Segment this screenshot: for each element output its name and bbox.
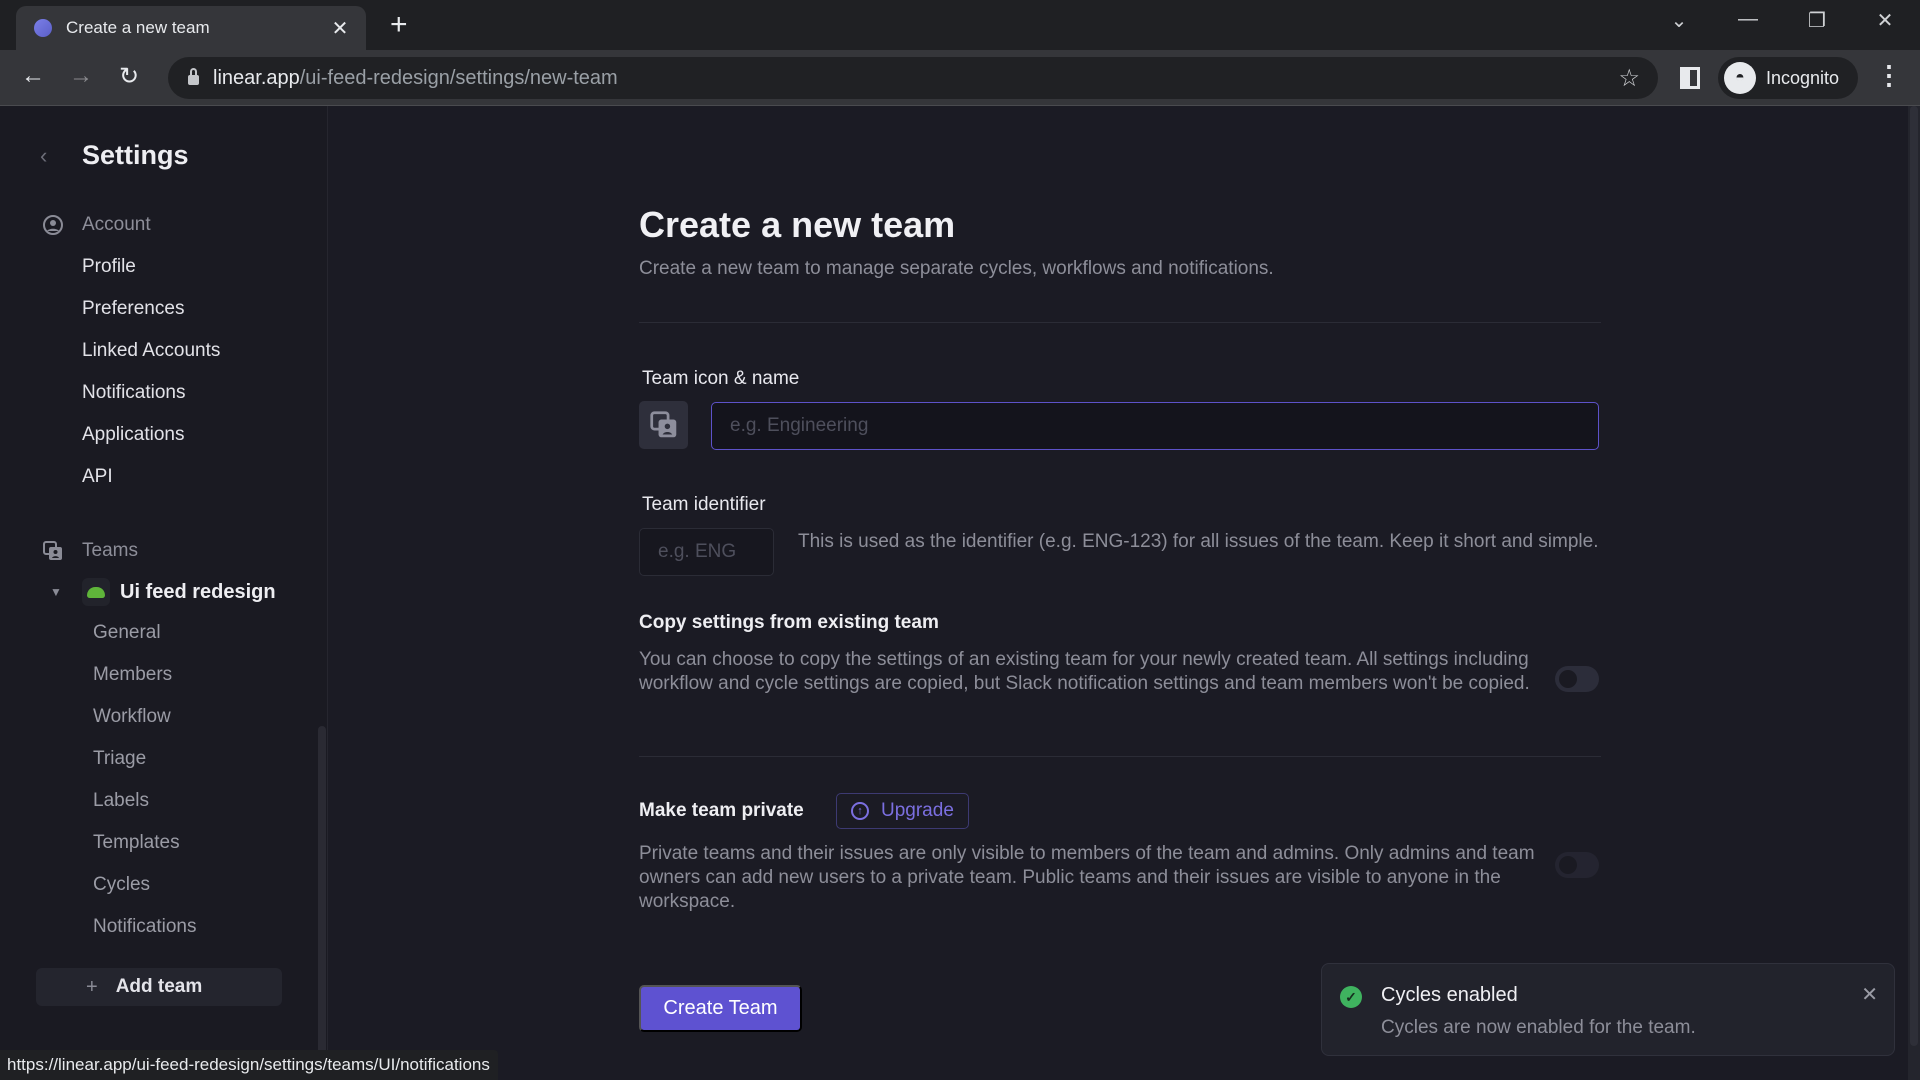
- divider: [639, 756, 1601, 757]
- sidebar-title: Settings: [82, 140, 189, 170]
- incognito-profile-button[interactable]: ◓ Incognito: [1718, 57, 1858, 99]
- team-icon-picker[interactable]: [639, 401, 688, 449]
- linear-favicon-icon: [34, 19, 52, 37]
- sidebar-item-linked-accounts[interactable]: Linked Accounts: [82, 340, 220, 362]
- user-circle-icon: [43, 215, 63, 235]
- close-icon[interactable]: ✕: [328, 16, 352, 41]
- forward-arrow-icon[interactable]: →: [66, 62, 96, 90]
- sidebar-item-templates[interactable]: Templates: [93, 832, 180, 854]
- teams-icon: [649, 411, 676, 438]
- chevron-left-icon[interactable]: ‹: [40, 143, 62, 169]
- sidebar-item-workflow[interactable]: Workflow: [93, 706, 171, 728]
- sidebar-team-ui-feed-redesign[interactable]: ▼ Ui feed redesign: [50, 578, 276, 606]
- private-team-title: Make team private: [639, 800, 804, 821]
- divider: [639, 322, 1601, 323]
- sidebar-group-label: Account: [82, 214, 151, 235]
- copy-settings-description: You can choose to copy the settings of a…: [639, 649, 1530, 694]
- arrow-up-circle-icon: ↑: [851, 802, 869, 820]
- sidebar-item-cycles[interactable]: Cycles: [93, 874, 150, 896]
- sidebar-item-preferences[interactable]: Preferences: [82, 298, 184, 320]
- sidebar-item-notifications[interactable]: Notifications: [82, 382, 186, 404]
- page-subtitle: Create a new team to manage separate cyc…: [639, 258, 1274, 279]
- private-team-description: Private teams and their issues are only …: [639, 843, 1535, 912]
- tab-title: Create a new team: [66, 18, 210, 37]
- close-icon[interactable]: ✕: [1861, 982, 1878, 1007]
- check-circle-icon: ✓: [1340, 986, 1362, 1008]
- toast-message: Cycles are now enabled for the team.: [1381, 1017, 1696, 1038]
- url-path: /ui-feed-redesign/settings/new-team: [299, 66, 618, 89]
- close-window-icon[interactable]: ✕: [1870, 8, 1900, 33]
- toggle-knob: [1559, 670, 1577, 688]
- add-team-label: Add team: [115, 976, 203, 997]
- page-scrollbar[interactable]: [1908, 106, 1920, 1080]
- cloud-icon: [87, 586, 105, 598]
- sidebar-group-teams: Teams: [42, 540, 138, 562]
- upgrade-label: Upgrade: [881, 800, 954, 821]
- create-team-button[interactable]: Create Team: [639, 985, 802, 1032]
- tab-search-chevron-down-icon[interactable]: ⌄: [1664, 8, 1694, 33]
- new-tab-button[interactable]: +: [390, 10, 408, 40]
- team-name-input[interactable]: [711, 402, 1599, 450]
- upgrade-button[interactable]: ↑ Upgrade: [836, 793, 969, 829]
- sidebar-item-api[interactable]: API: [82, 466, 113, 488]
- sidebar-item-general[interactable]: General: [93, 622, 161, 644]
- caret-down-icon[interactable]: ▼: [50, 585, 64, 599]
- reload-icon[interactable]: ↻: [114, 62, 144, 91]
- team-name-label: Team icon & name: [642, 368, 800, 389]
- linear-app: ‹ Settings Account Profile Preferences L…: [0, 106, 1920, 1080]
- teams-icon: [43, 541, 62, 560]
- settings-sidebar: ‹ Settings Account Profile Preferences L…: [0, 106, 328, 1080]
- link-status-bar: https://linear.app/ui-feed-redesign/sett…: [0, 1050, 498, 1080]
- sidebar-group-account: Account: [42, 214, 151, 236]
- sidebar-item-profile[interactable]: Profile: [82, 256, 136, 278]
- minimize-window-icon[interactable]: —: [1733, 8, 1763, 31]
- sidebar-item-labels[interactable]: Labels: [93, 790, 149, 812]
- copy-settings-toggle[interactable]: [1555, 666, 1599, 692]
- scrollbar-thumb[interactable]: [1910, 106, 1918, 1046]
- browser-toolbar: ← → ↻ linear.app/ui-feed-redesign/settin…: [0, 50, 1920, 106]
- browser-tab-active[interactable]: Create a new team ✕: [16, 6, 366, 50]
- team-identifier-help: This is used as the identifier (e.g. ENG…: [798, 531, 1599, 552]
- bookmark-star-icon[interactable]: ☆: [1618, 64, 1640, 93]
- team-name: Ui feed redesign: [120, 580, 276, 603]
- sidebar-header: ‹ Settings: [40, 140, 189, 171]
- incognito-icon: ◓: [1724, 62, 1756, 94]
- sidebar-group-label: Teams: [82, 540, 138, 561]
- toggle-knob: [1559, 856, 1577, 874]
- browser-menu-kebab-icon[interactable]: ⋮: [1876, 60, 1902, 91]
- team-identifier-input[interactable]: [639, 528, 774, 576]
- restore-window-icon[interactable]: ❐: [1802, 8, 1832, 33]
- toast-notification: ✓ Cycles enabled Cycles are now enabled …: [1321, 963, 1895, 1056]
- sidebar-scrollbar[interactable]: [318, 726, 326, 1056]
- plus-icon: +: [86, 975, 98, 998]
- toast-title: Cycles enabled: [1381, 984, 1518, 1006]
- add-team-button[interactable]: + Add team: [36, 968, 282, 1006]
- browser-tab-strip: Create a new team ✕ + ⌄ — ❐ ✕: [0, 0, 1920, 50]
- lock-icon: [188, 68, 199, 85]
- back-arrow-icon[interactable]: ←: [18, 62, 48, 90]
- sidebar-item-applications[interactable]: Applications: [82, 424, 184, 446]
- sidebar-item-members[interactable]: Members: [93, 664, 172, 686]
- page-title: Create a new team: [639, 204, 956, 245]
- copy-settings-title: Copy settings from existing team: [639, 612, 939, 633]
- sidebar-item-team-notifications[interactable]: Notifications: [93, 916, 197, 938]
- private-team-toggle[interactable]: [1555, 852, 1599, 878]
- team-avatar: [82, 578, 110, 606]
- sidebar-item-triage[interactable]: Triage: [93, 748, 146, 770]
- url-host: linear.app: [213, 66, 300, 89]
- side-panel-icon[interactable]: [1680, 67, 1700, 89]
- plus-icon: +: [390, 8, 408, 41]
- team-identifier-label: Team identifier: [642, 494, 766, 515]
- profile-label: Incognito: [1766, 67, 1840, 88]
- address-bar[interactable]: linear.app/ui-feed-redesign/settings/new…: [168, 57, 1658, 99]
